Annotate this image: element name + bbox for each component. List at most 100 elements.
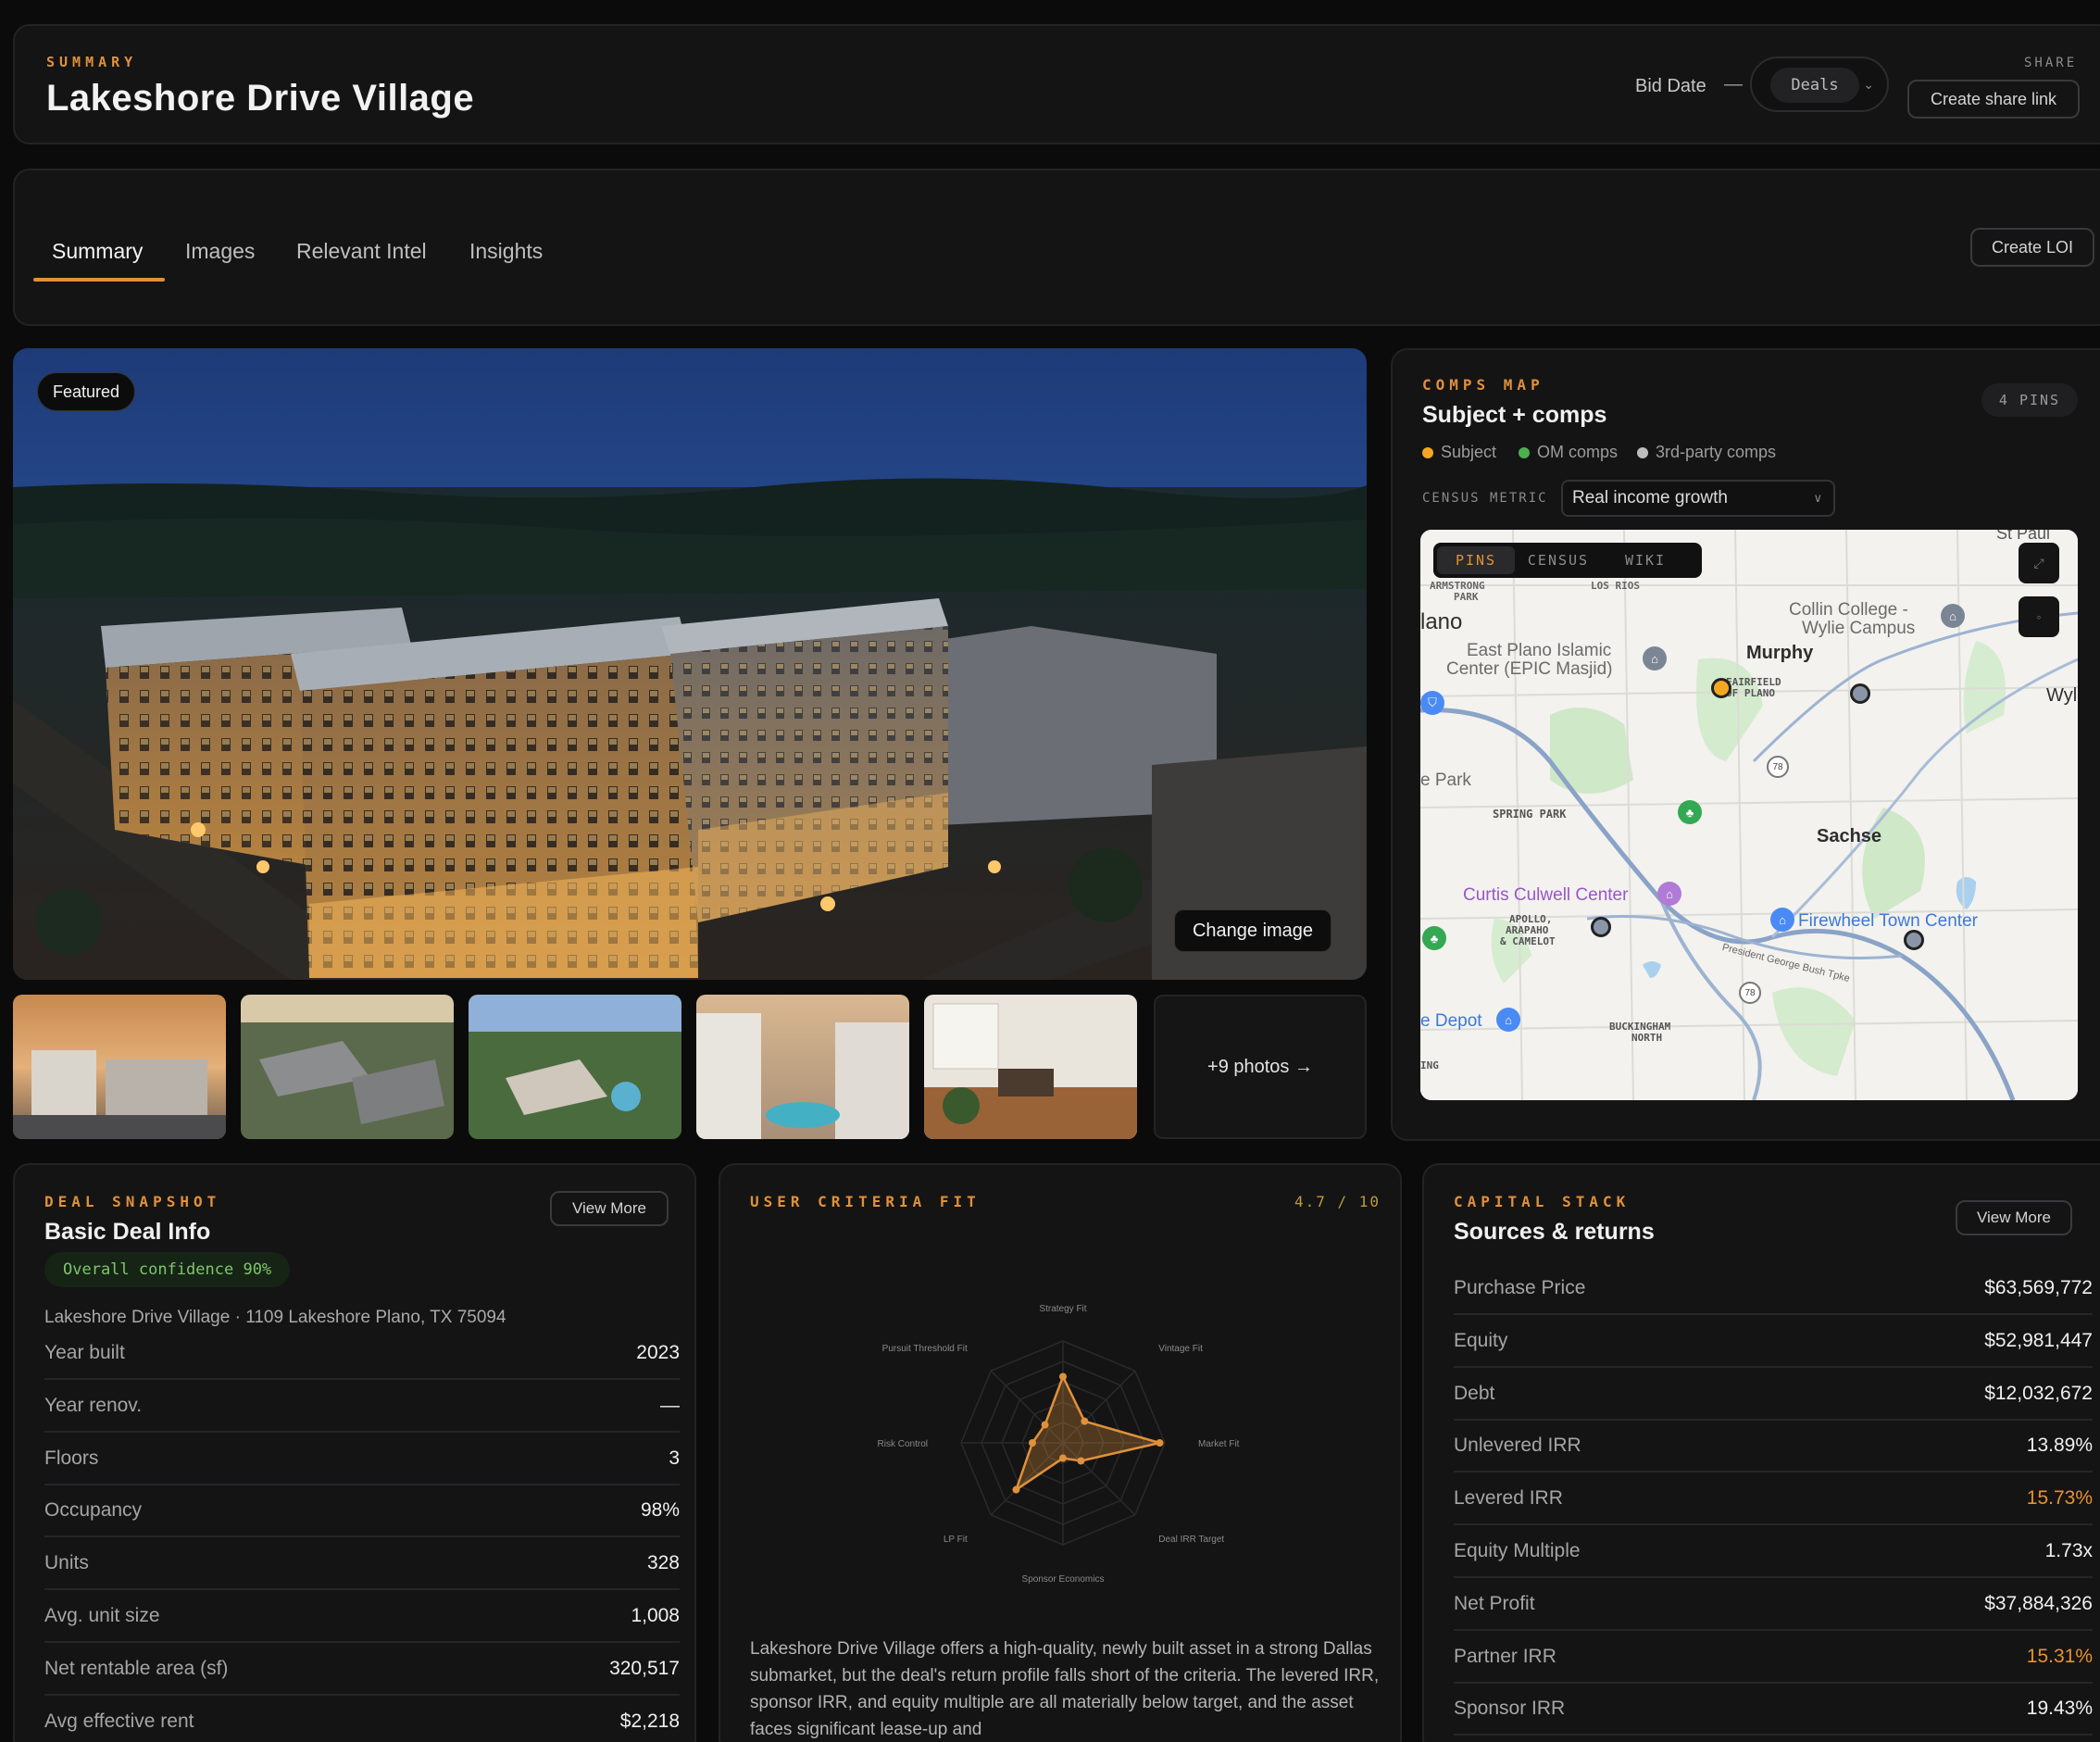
map-tab-census[interactable]: CENSUS: [1515, 546, 1602, 574]
criteria-fit-card: USER CRITERIA FIT 4.7 / 10 Strategy Fit V…: [719, 1163, 1402, 1742]
capital-label: Net Profit: [1454, 1592, 1535, 1614]
tab-relevant-intel[interactable]: Relevant Intel: [296, 239, 427, 264]
map-label: ING: [1420, 1059, 1439, 1072]
radar-point: [1077, 1457, 1085, 1465]
hero-photo: [13, 348, 1367, 980]
thumbnail-3[interactable]: [469, 995, 681, 1139]
map-label: PARK: [1454, 591, 1479, 603]
deal-label: Floors: [44, 1447, 99, 1469]
thumbnail-5[interactable]: [924, 995, 1137, 1139]
capital-row: Equity $52,981,447: [1454, 1316, 2093, 1368]
deals-dropdown[interactable]: Deals ⌄: [1750, 56, 1889, 112]
capital-value: 15.73%: [2026, 1487, 2093, 1510]
map-title: Subject + comps: [1422, 402, 1607, 428]
confidence-badge: Overall confidence 90%: [44, 1252, 291, 1287]
deal-row: Net rentable area (sf) 320,517: [44, 1644, 680, 1696]
thumbnail-2[interactable]: [241, 995, 454, 1139]
bid-date-label: Bid Date: [1635, 76, 1706, 96]
radar-point: [1041, 1421, 1049, 1429]
radar-axis-label: Sponsor Economics: [1022, 1574, 1105, 1585]
chevron-down-icon: ∨: [1813, 491, 1822, 505]
thumbnail-4[interactable]: [696, 995, 909, 1139]
radar-point: [1012, 1485, 1020, 1494]
pins-count-badge: 4 PINS: [1981, 383, 2078, 417]
om-comp-dot-icon: [1519, 446, 1530, 458]
criteria-radar-chart: Strategy Fit Vintage Fit Market Fit Deal IR…: [878, 1304, 1240, 1585]
create-share-link-button[interactable]: Create share link: [1907, 80, 2080, 119]
page-title: Lakeshore Drive Village: [46, 78, 475, 119]
map-tab-wiki[interactable]: WIKI: [1602, 546, 1689, 574]
legend-label: Subject: [1441, 443, 1497, 461]
bid-date-value: —: [1724, 74, 1743, 94]
capital-value: $63,569,772: [1984, 1277, 2093, 1298]
deal-row: Year built 2023: [44, 1328, 680, 1380]
radar-axis-label: Vintage Fit: [1158, 1344, 1203, 1354]
deal-label: Units: [44, 1552, 89, 1574]
criteria-summary: Lakeshore Drive Village offers a high-qu…: [750, 1639, 1380, 1739]
deal-eyebrow: DEAL SNAPSHOT: [44, 1193, 221, 1210]
comp-pin[interactable]: [1904, 930, 1924, 950]
capital-view-more-button[interactable]: View More: [1956, 1200, 2072, 1235]
radar-axis-label: Deal IRR Target: [1158, 1535, 1224, 1545]
deal-label: Year renov.: [44, 1394, 143, 1416]
more-photos-button[interactable]: +9 photos →: [1154, 995, 1367, 1139]
map-view[interactable]: St Paul ARMSTRONG PARK LOS RIOS lano Col…: [1420, 530, 2078, 1100]
deal-snapshot-card: DEAL SNAPSHOT Basic Deal Info View More …: [13, 1163, 696, 1742]
featured-image: Featured Change image: [13, 348, 1367, 980]
map-tab-pins[interactable]: PINS: [1437, 546, 1515, 574]
deal-row: Avg effective rent $2,218: [44, 1697, 680, 1742]
comp-pin[interactable]: [1591, 917, 1611, 937]
map-label: OF PLANO: [1726, 687, 1775, 699]
active-tab-indicator: [33, 278, 165, 282]
tab-bar: Summary Images Relevant Intel Insights C…: [13, 169, 2100, 326]
capital-row: Purchase Price $63,569,772: [1454, 1263, 2093, 1315]
deal-address: Lakeshore Drive Village · 1109 Lakeshore…: [44, 1308, 506, 1327]
change-image-button[interactable]: Change image: [1174, 909, 1331, 952]
deal-value: $2,218: [619, 1710, 680, 1732]
capital-row: Equity Multiple 1.73x: [1454, 1526, 2093, 1578]
summary-header: SUMMARY Lakeshore Drive Village Bid Date…: [13, 24, 2100, 144]
radar-axis-label: Market Fit: [1198, 1439, 1240, 1449]
criteria-score: 4.7 / 10: [1294, 1193, 1381, 1210]
radar-axis-label: Risk Control: [878, 1439, 928, 1449]
map-label: Sachse: [1817, 826, 1882, 846]
census-metric-value: Real income growth: [1572, 488, 1728, 508]
capital-label: Debt: [1454, 1382, 1495, 1404]
criteria-eyebrow: USER CRITERIA FIT: [750, 1193, 981, 1210]
deal-value: 1,008: [631, 1605, 680, 1626]
deal-row: Avg. unit size 1,008: [44, 1591, 680, 1643]
park-icon: ♣: [1678, 800, 1702, 824]
thumbnail-1[interactable]: [13, 995, 226, 1139]
capital-label: Partner IRR: [1454, 1645, 1556, 1667]
capital-value: 13.89%: [2026, 1435, 2093, 1457]
fullscreen-icon[interactable]: ⤢: [2019, 543, 2059, 583]
map-label: LOS RIOS: [1591, 580, 1640, 592]
deal-value: —: [660, 1394, 680, 1416]
deal-view-more-button[interactable]: View More: [550, 1191, 669, 1226]
comp-pin[interactable]: [1850, 683, 1870, 704]
deal-row: Floors 3: [44, 1434, 680, 1485]
venue-icon: ⌂: [1657, 882, 1681, 906]
capital-row: Net Profit $37,884,326: [1454, 1579, 2093, 1631]
capital-value: 1.73x: [2044, 1540, 2093, 1561]
map-label: SPRING PARK: [1493, 808, 1567, 821]
third-party-dot-icon: [1637, 446, 1648, 458]
share-label: SHARE: [2024, 56, 2078, 70]
tab-images[interactable]: Images: [185, 239, 255, 264]
tab-summary[interactable]: Summary: [52, 239, 143, 264]
header-eyebrow: SUMMARY: [46, 54, 138, 70]
radar-point: [1029, 1439, 1036, 1447]
locate-icon[interactable]: ◦: [2019, 596, 2059, 637]
map-label: NORTH: [1631, 1032, 1663, 1044]
capital-label: Equity: [1454, 1329, 1508, 1351]
deal-label: Net rentable area (sf): [44, 1657, 229, 1679]
create-loi-button[interactable]: Create LOI: [1970, 228, 2094, 267]
capital-label: Sponsor IRR: [1454, 1698, 1566, 1720]
capital-stack-card: CAPITAL STACK Sources & returns View Mor…: [1422, 1163, 2100, 1742]
tab-insights[interactable]: Insights: [469, 239, 543, 264]
subject-pin[interactable]: [1711, 678, 1731, 698]
thumbnail-5-photo: [924, 995, 1137, 1139]
map-label: Murphy: [1746, 643, 1814, 663]
census-metric-select[interactable]: Real income growth ∨: [1561, 480, 1835, 517]
mosque-icon: ⌂: [1643, 646, 1667, 670]
